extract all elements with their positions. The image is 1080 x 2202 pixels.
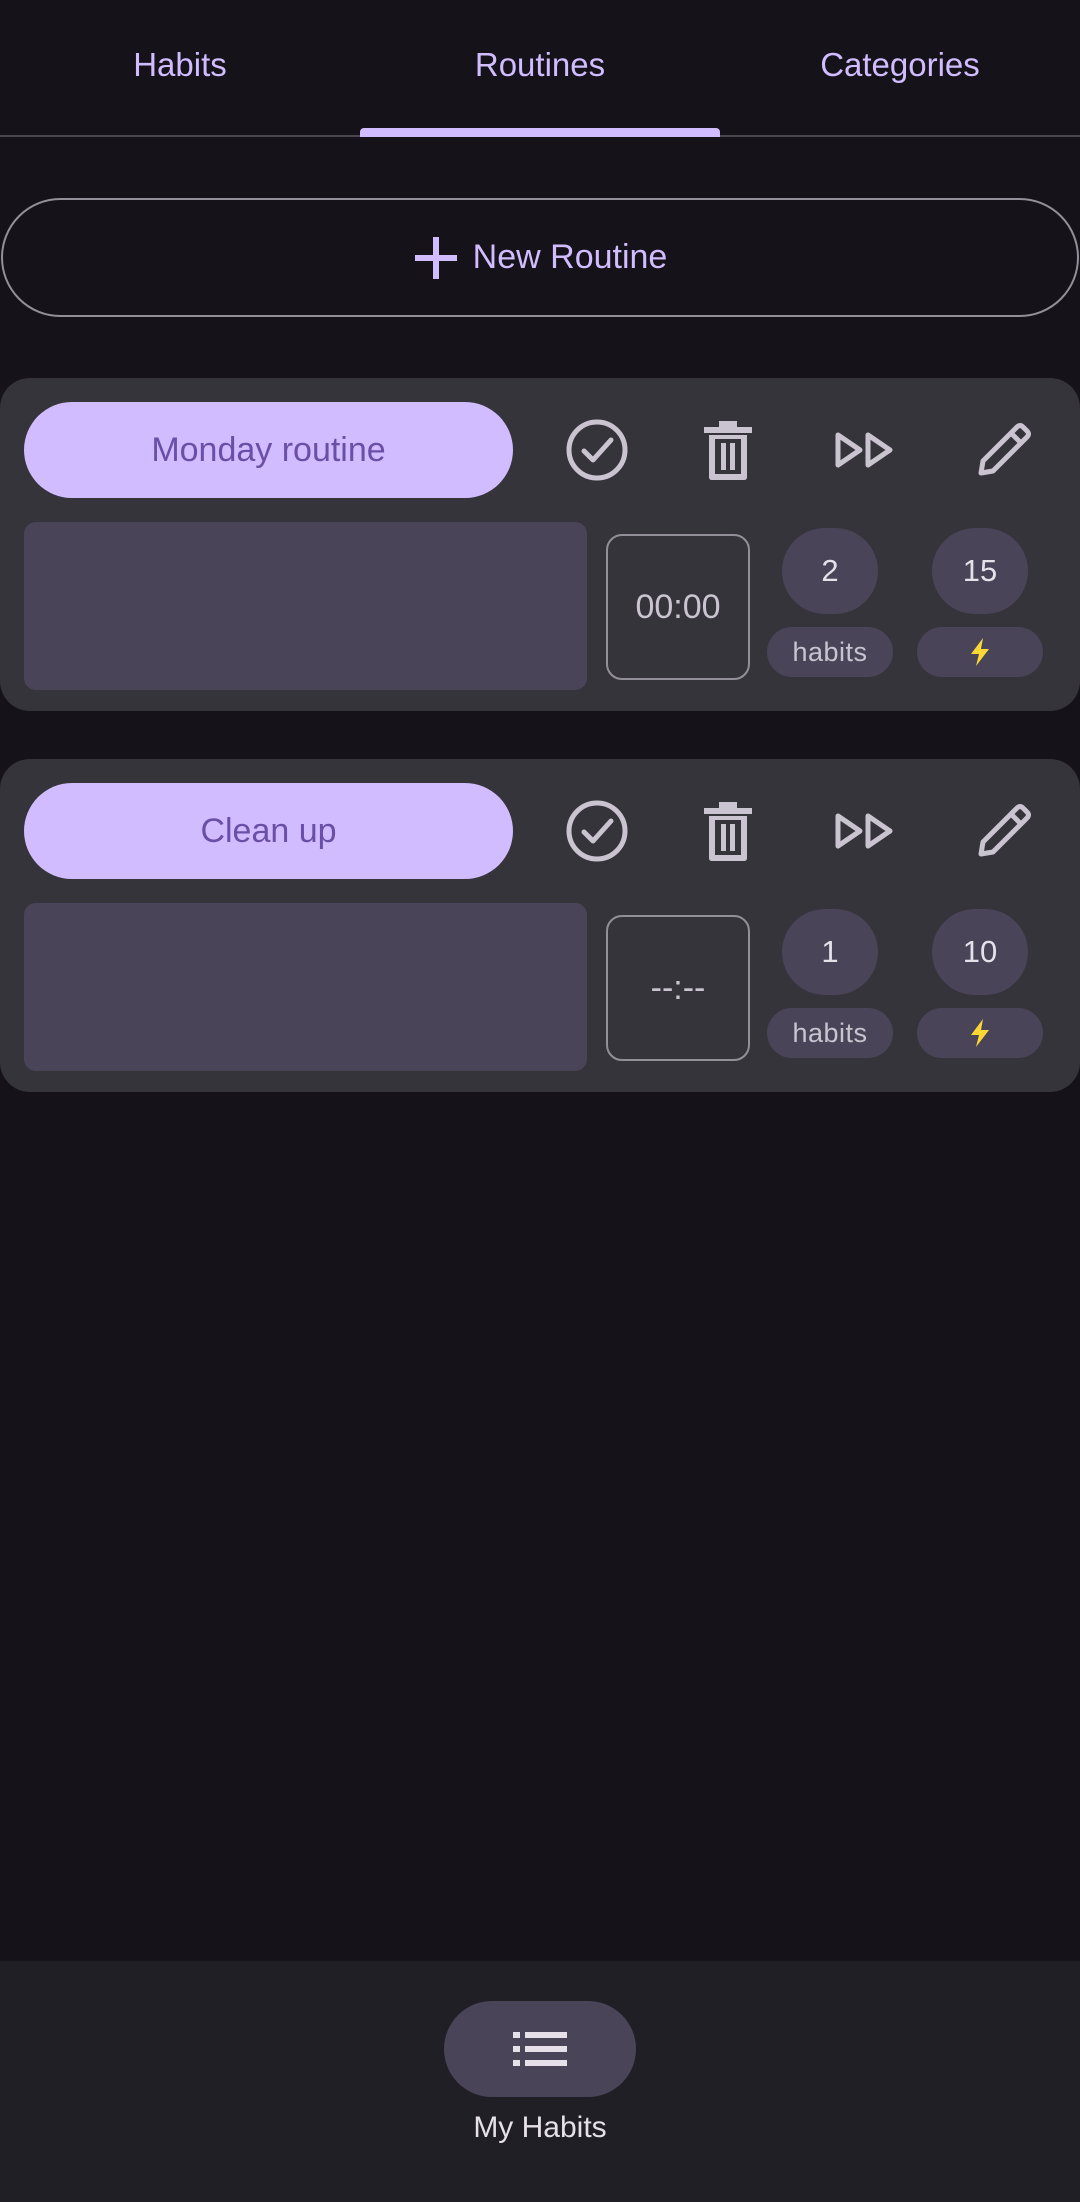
energy-count-badge: 10: [932, 909, 1028, 995]
routine-name: Monday routine: [151, 430, 386, 469]
lightning-icon: [971, 1019, 989, 1047]
tab-habits[interactable]: Habits: [0, 0, 360, 135]
energy-count-badge: 15: [932, 528, 1028, 614]
habits-label: habits: [792, 1017, 868, 1048]
routine-name-button[interactable]: Clean up: [24, 783, 513, 879]
trash-icon: [704, 802, 752, 861]
energy-label-pill: [917, 1008, 1043, 1058]
habits-label-pill: habits: [767, 627, 893, 677]
energy-count: 15: [962, 553, 998, 588]
bottom-navigation: My Habits: [0, 1961, 1080, 2202]
list-icon: [513, 2032, 567, 2066]
routine-time: 00:00: [635, 587, 721, 626]
pencil-icon: [978, 423, 1031, 476]
routine-time-button[interactable]: 00:00: [606, 534, 750, 680]
plus-icon: [414, 236, 457, 279]
habits-label-pill: habits: [767, 1008, 893, 1058]
routine-time-button[interactable]: --:--: [606, 915, 750, 1061]
lightning-icon: [971, 638, 989, 666]
routine-name: Clean up: [200, 811, 337, 850]
energy-label-pill: [917, 627, 1043, 677]
complete-routine-button[interactable]: [557, 410, 637, 490]
delete-routine-button[interactable]: [688, 791, 768, 871]
habits-count: 1: [821, 934, 839, 969]
skip-routine-button[interactable]: [823, 791, 903, 871]
edit-routine-button[interactable]: [964, 410, 1044, 490]
check-circle-icon: [566, 419, 628, 481]
nav-my-habits-label: My Habits: [473, 2111, 607, 2144]
pencil-icon: [978, 804, 1031, 857]
routines-screen: Habits Routines Categories New Routine M…: [0, 0, 1080, 2202]
skip-routine-button[interactable]: [823, 410, 903, 490]
selected-tab-indicator: [360, 128, 720, 137]
check-circle-icon: [566, 800, 628, 862]
habits-label: habits: [792, 636, 868, 667]
new-routine-button[interactable]: New Routine: [1, 198, 1079, 317]
habits-count-badge: 2: [782, 528, 878, 614]
fast-forward-icon: [835, 813, 893, 849]
tab-routines[interactable]: Routines: [360, 0, 720, 135]
routine-name-button[interactable]: Monday routine: [24, 402, 513, 498]
trash-icon: [704, 421, 752, 480]
tab-routines-label: Routines: [474, 45, 606, 83]
tab-bar: Habits Routines Categories: [0, 0, 1080, 137]
habits-count-badge: 1: [782, 909, 878, 995]
routine-card: Monday routine 00:00 2 habits 15: [0, 378, 1080, 711]
energy-count: 10: [962, 934, 998, 969]
tab-categories[interactable]: Categories: [720, 0, 1080, 135]
tab-habits-label: Habits: [133, 45, 227, 83]
tab-categories-label: Categories: [820, 45, 980, 83]
edit-routine-button[interactable]: [964, 791, 1044, 871]
routine-description-box: [24, 903, 587, 1071]
delete-routine-button[interactable]: [688, 410, 768, 490]
nav-active-indicator: [444, 2001, 636, 2097]
new-routine-label: New Routine: [472, 238, 668, 276]
nav-my-habits[interactable]: My Habits: [444, 2001, 636, 2145]
routine-card: Clean up --:-- 1 habits 10: [0, 759, 1080, 1092]
routine-time: --:--: [650, 968, 706, 1007]
fast-forward-icon: [835, 432, 893, 468]
complete-routine-button[interactable]: [557, 791, 637, 871]
routine-description-box: [24, 522, 587, 690]
habits-count: 2: [821, 553, 839, 588]
